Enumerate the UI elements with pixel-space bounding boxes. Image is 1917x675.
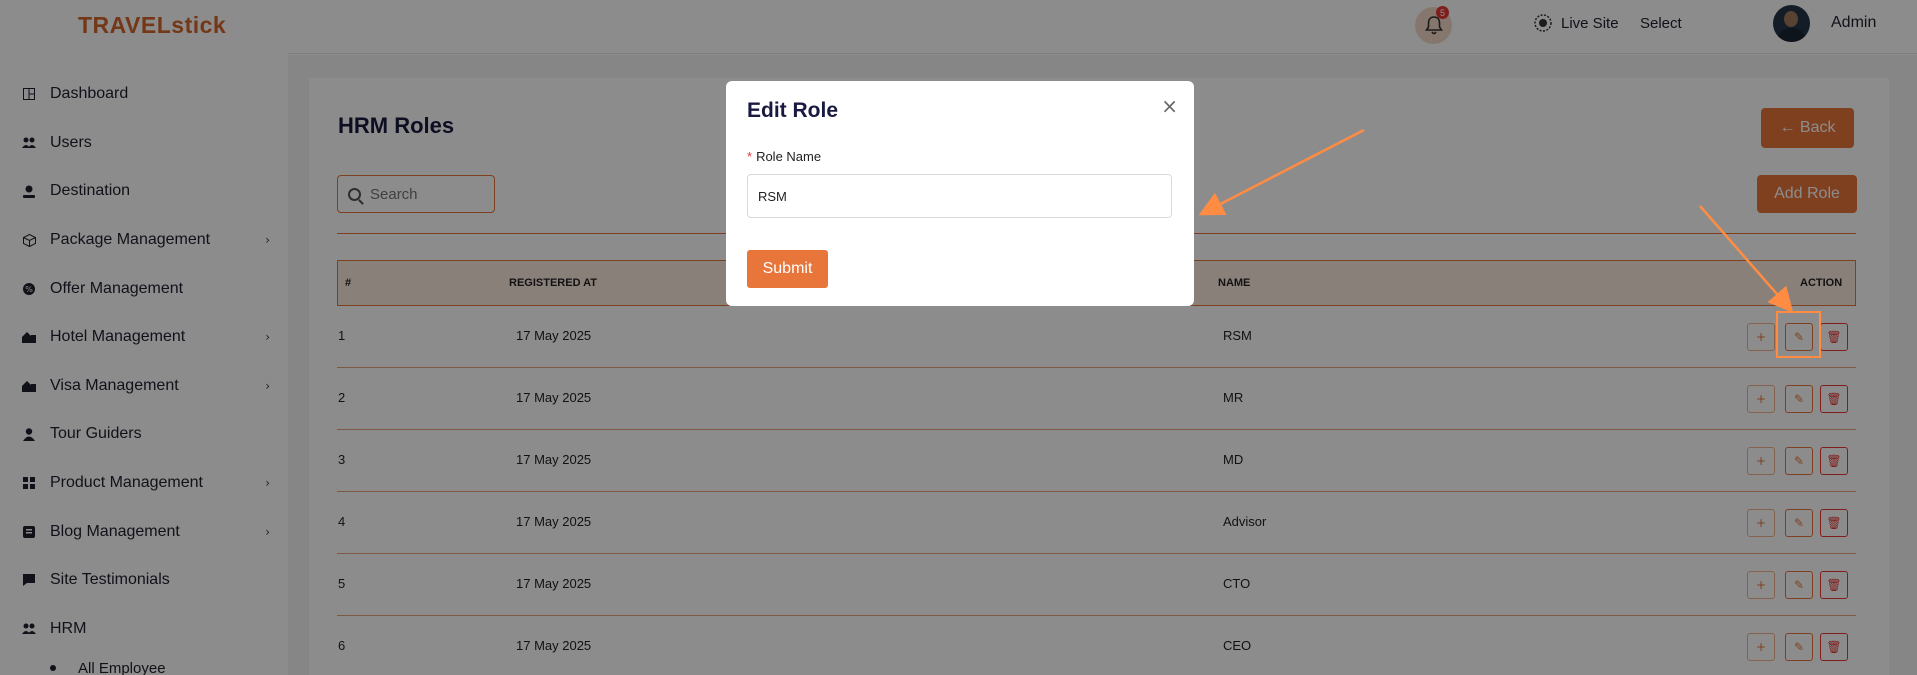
role-name-label: * Role Name <box>747 149 821 164</box>
modal-title: Edit Role <box>747 99 839 122</box>
role-name-label-text: Role Name <box>756 149 822 164</box>
submit-button[interactable]: Submit <box>747 250 828 288</box>
role-name-input[interactable] <box>747 174 1172 218</box>
edit-button-highlight <box>1776 311 1821 358</box>
close-icon[interactable]: × <box>1161 94 1178 118</box>
edit-role-modal: Edit Role × *Role Name Submit <box>726 81 1194 306</box>
required-marker: * <box>747 149 753 164</box>
